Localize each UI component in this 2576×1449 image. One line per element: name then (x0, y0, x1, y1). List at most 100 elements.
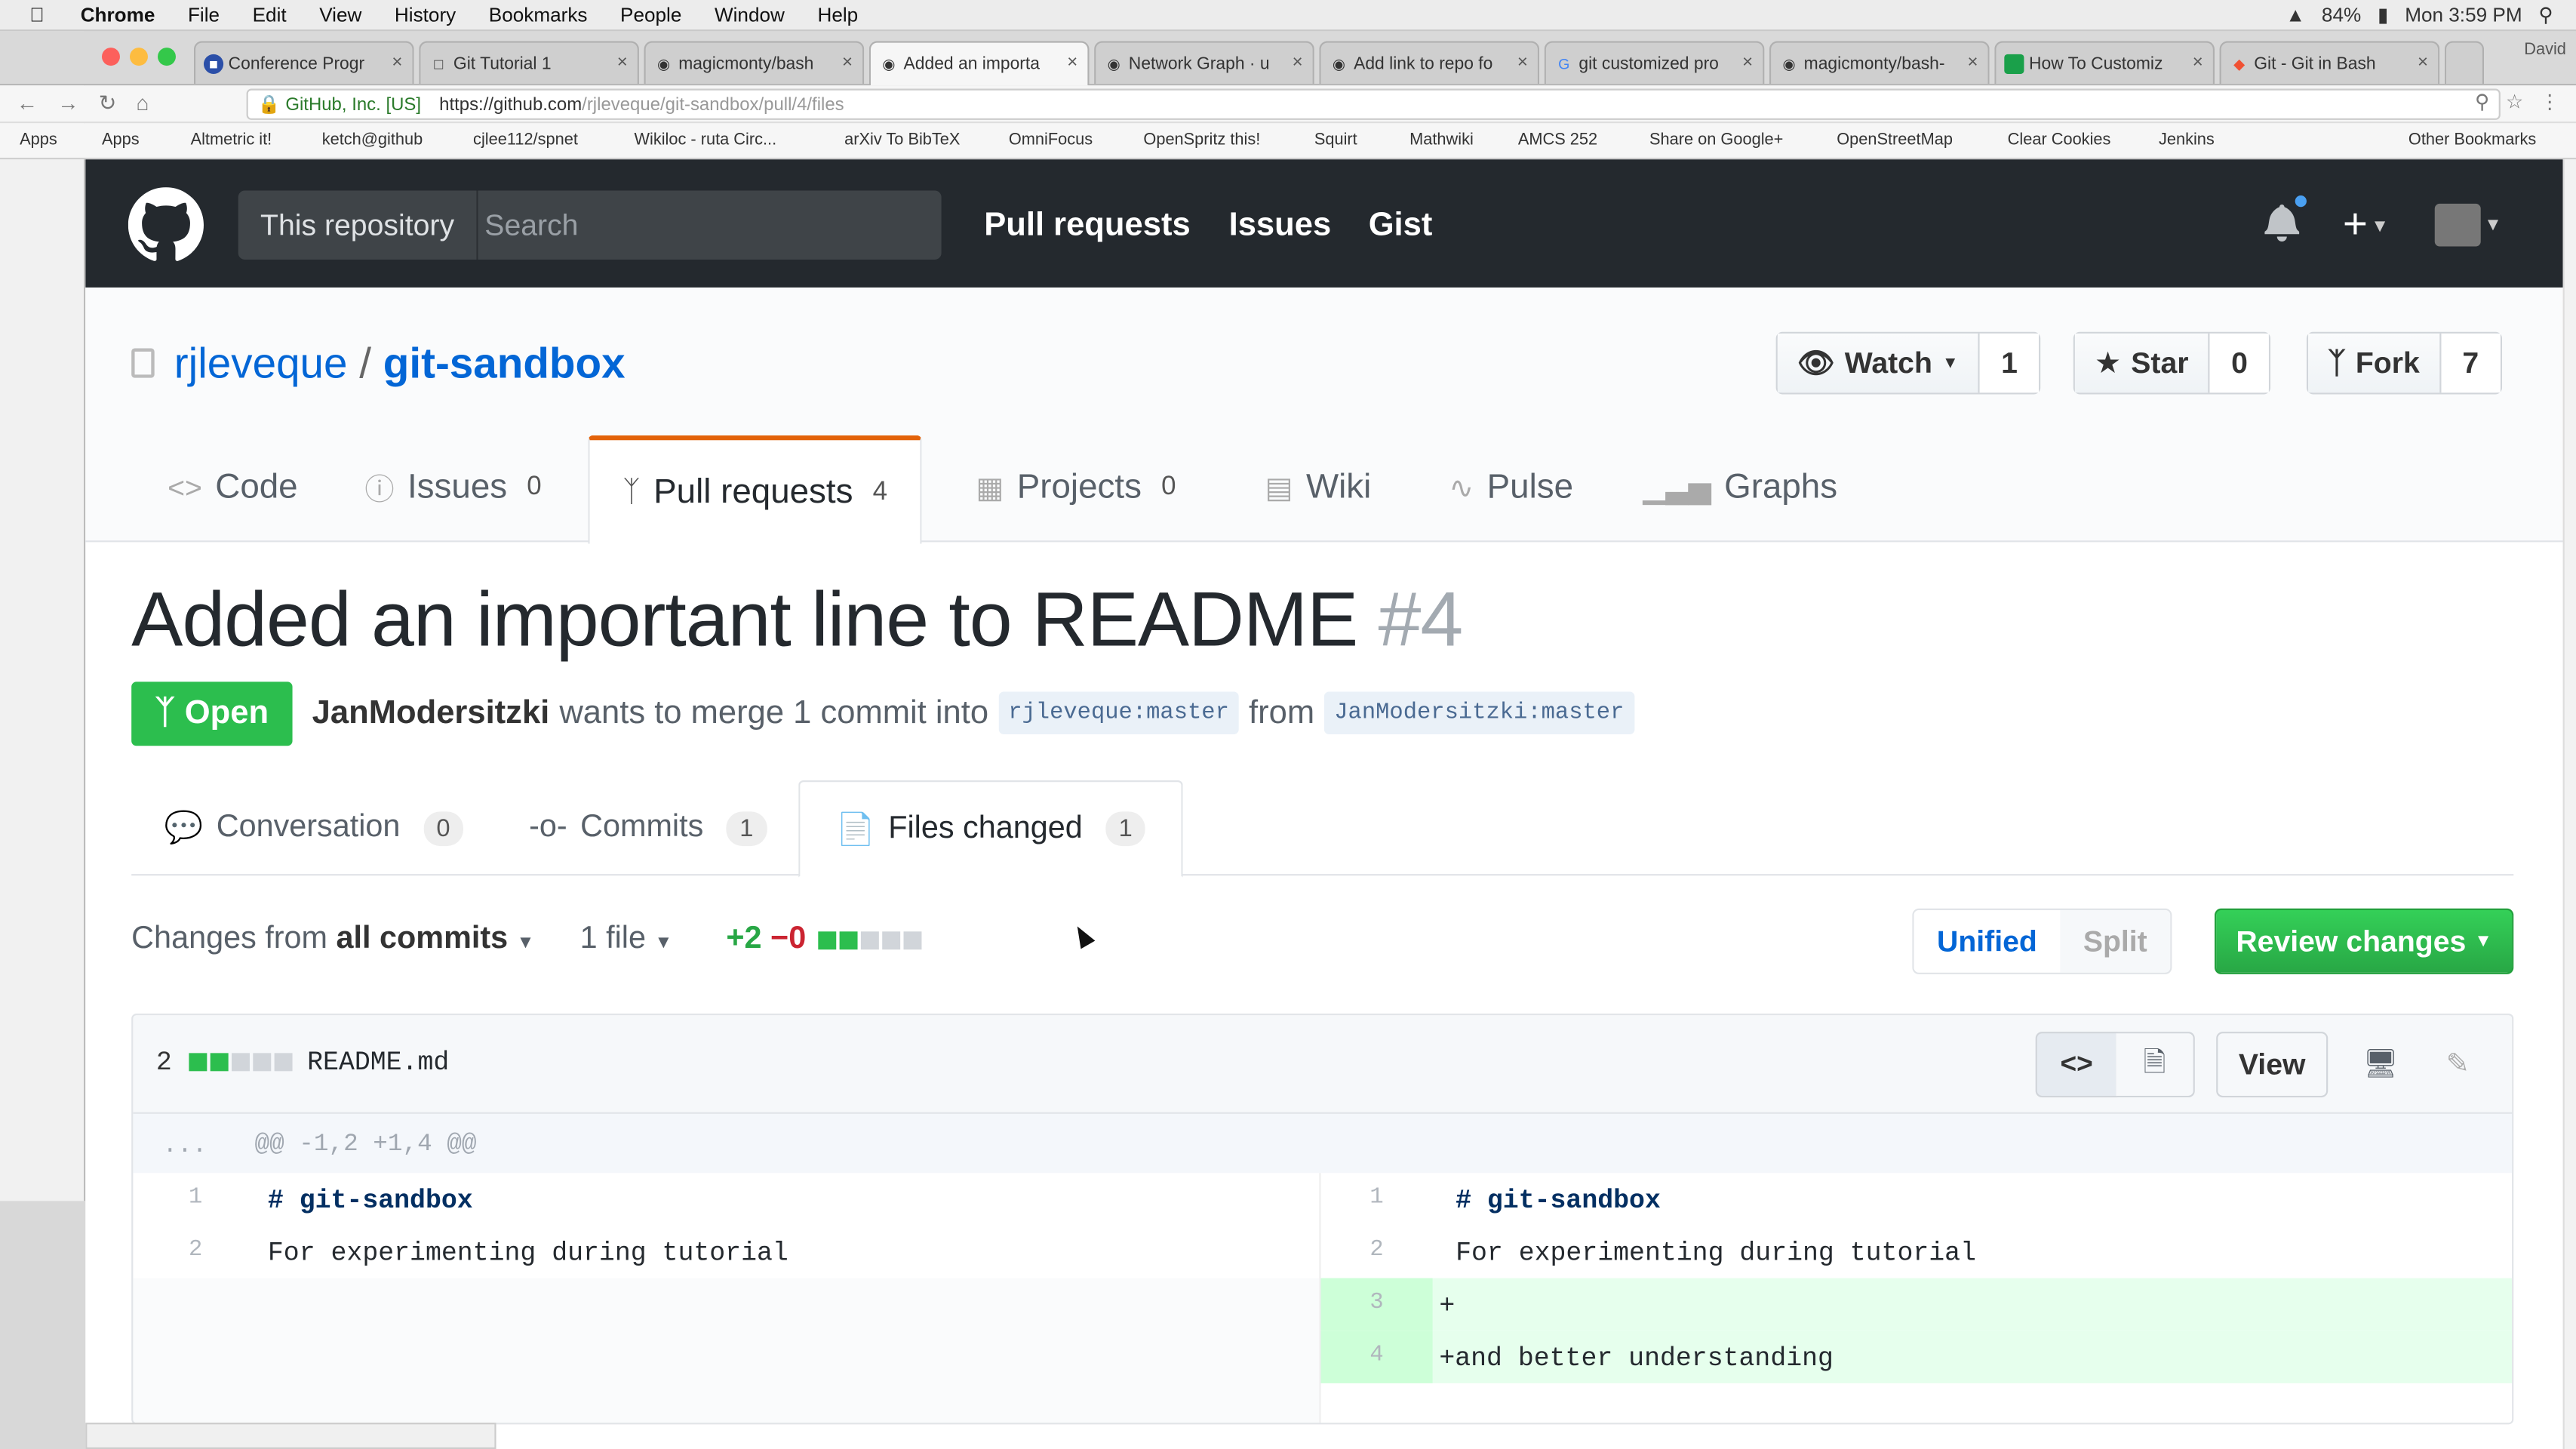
split-view-button[interactable]: Split (2060, 909, 2171, 973)
close-window-icon[interactable] (101, 48, 120, 66)
line-number[interactable]: 1 (146, 1185, 245, 1211)
browser-tab[interactable]: ◉ magicmonty/bash- × (1769, 41, 1990, 85)
tab-code[interactable]: <> Code (168, 435, 298, 540)
open-in-desktop-icon[interactable]: 🖥 (2351, 1032, 2410, 1097)
wifi-icon[interactable]: ▲ (2286, 3, 2305, 26)
close-tab-icon[interactable]: × (842, 53, 853, 72)
nav-issues[interactable]: Issues (1229, 207, 1332, 245)
chrome-menu-icon[interactable]: ⋮ (2540, 91, 2559, 113)
browser-tab[interactable]: ◆ Git - Git in Bash × (2219, 41, 2440, 85)
minimize-window-icon[interactable] (130, 48, 148, 66)
new-tab-button[interactable] (2444, 41, 2485, 85)
bookmark-item[interactable]: Apps (20, 131, 57, 149)
tab-conversation[interactable]: 💬 Conversation 0 (164, 780, 463, 875)
close-tab-icon[interactable]: × (1293, 53, 1303, 72)
tab-issues[interactable]: ⓘ Issues 0 (364, 435, 541, 540)
home-icon[interactable]: ⌂ (137, 91, 149, 117)
bookmark-item[interactable]: cjlee112/spnet (473, 131, 578, 149)
clock[interactable]: Mon 3:59 PM (2405, 3, 2522, 26)
base-branch-ref[interactable]: rjleveque:master (998, 691, 1239, 735)
bookmark-item[interactable]: Mathwiki (1409, 131, 1474, 149)
bookmark-item[interactable]: arXiv To BibTeX (844, 131, 960, 149)
zoom-icon[interactable]: ⚲ (2475, 91, 2489, 113)
expand-context-icon[interactable]: ... (163, 1132, 207, 1160)
search-input[interactable] (484, 190, 929, 260)
nav-gist[interactable]: Gist (1369, 207, 1433, 245)
bookmark-item[interactable]: Jenkins (2159, 131, 2215, 149)
edit-pencil-icon[interactable]: ✎ (2433, 1032, 2482, 1097)
line-number[interactable]: 3 (1320, 1278, 1433, 1331)
notifications-bell-icon[interactable] (2264, 192, 2310, 245)
menu-chrome[interactable]: Chrome (81, 3, 155, 26)
line-number[interactable]: 2 (146, 1237, 245, 1263)
close-tab-icon[interactable]: × (2418, 53, 2428, 72)
close-tab-icon[interactable]: × (1517, 53, 1528, 72)
create-new-dropdown[interactable]: + ▼ (2343, 198, 2389, 249)
browser-tab[interactable]: ◉ magicmonty/bash × (644, 41, 865, 85)
fork-button[interactable]: ᛉ Fork (2308, 333, 2442, 393)
head-branch-ref[interactable]: JanModersitzki:master (1324, 691, 1634, 735)
close-tab-icon[interactable]: × (2193, 53, 2203, 72)
tab-wiki[interactable]: ▤ Wiki (1265, 435, 1372, 540)
line-number[interactable]: 2 (1327, 1237, 1426, 1263)
star-button[interactable]: ★ Star (2074, 333, 2210, 393)
star-count[interactable]: 0 (2209, 333, 2270, 393)
forward-icon[interactable]: → (57, 91, 78, 117)
browser-tab[interactable]: ◉ Network Graph · u × (1094, 41, 1314, 85)
bookmark-item[interactable]: OpenSpritz this! (1143, 131, 1260, 149)
changes-from-dropdown[interactable]: Changes from all commits ▼ (131, 921, 534, 958)
browser-tab[interactable]: □ Git Tutorial 1 × (419, 41, 639, 85)
close-tab-icon[interactable]: × (1967, 53, 1978, 72)
github-octocat-logo-icon[interactable] (128, 187, 204, 263)
browser-tab-active[interactable]: ◉ Added an importa × (868, 41, 1090, 86)
reload-icon[interactable]: ↻ (99, 91, 117, 117)
menu-help[interactable]: Help (817, 3, 858, 26)
bookmark-item[interactable]: Share on Google+ (1649, 131, 1783, 149)
menu-bookmarks[interactable]: Bookmarks (489, 3, 588, 26)
menu-view[interactable]: View (319, 3, 361, 26)
page-scrollbar[interactable] (2562, 159, 2576, 1449)
bookmark-item[interactable]: Clear Cookies (2008, 131, 2111, 149)
browser-tab[interactable]: ◉ Add link to repo fo × (1319, 41, 1540, 85)
browser-tab[interactable]: How To Customiz × (1994, 41, 2215, 85)
file-name-link[interactable]: README.md (307, 1048, 449, 1078)
bookmark-item[interactable]: Squirt (1314, 131, 1357, 149)
bookmark-item[interactable]: Apps (102, 131, 140, 149)
battery-icon[interactable]: ▮ (2378, 3, 2388, 26)
rich-diff-button[interactable]: 🗎 (2116, 1032, 2195, 1098)
line-number[interactable]: 1 (1327, 1185, 1426, 1211)
zoom-window-icon[interactable] (158, 48, 176, 66)
menu-file[interactable]: File (188, 3, 220, 26)
source-diff-button[interactable]: <> (2035, 1032, 2118, 1098)
line-number[interactable]: 4 (1320, 1331, 1433, 1383)
bookmark-item[interactable]: Altmetric it! (191, 131, 272, 149)
browser-tab[interactable]: ■ Conference Progr × (193, 41, 414, 85)
address-bar[interactable]: 🔒 GitHub, Inc. [US] https://github.com/r… (246, 88, 2501, 120)
review-changes-button[interactable]: Review changes ▼ (2215, 908, 2514, 974)
unified-view-button[interactable]: Unified (1914, 909, 2061, 973)
watch-count[interactable]: 1 (1979, 333, 2040, 393)
menu-edit[interactable]: Edit (253, 3, 287, 26)
browser-tab[interactable]: Ggit customized pro × (1544, 41, 1765, 85)
bookmark-item[interactable]: ketch@github (322, 131, 423, 149)
tab-pull-requests[interactable]: ᛉ Pull requests 4 (588, 435, 922, 544)
bookmark-item[interactable]: OmniFocus (1009, 131, 1093, 149)
close-tab-icon[interactable]: × (1067, 53, 1077, 72)
menu-window[interactable]: Window (715, 3, 785, 26)
watch-button[interactable]: 👁 Watch ▼ (1777, 333, 1980, 393)
close-tab-icon[interactable]: × (1742, 53, 1753, 72)
nav-pull-requests[interactable]: Pull requests (984, 207, 1190, 245)
apple-menu-icon[interactable]:  (29, 3, 45, 26)
menu-people[interactable]: People (620, 3, 681, 26)
bookmark-star-icon[interactable]: ☆ (2506, 91, 2523, 113)
back-icon[interactable]: ← (17, 91, 38, 117)
fork-count[interactable]: 7 (2441, 333, 2501, 393)
spotlight-search-icon[interactable]: ⚲ (2538, 3, 2553, 26)
pr-author-link[interactable]: JanModersitzki (312, 694, 550, 732)
repo-owner-link[interactable]: rjleveque (174, 338, 348, 387)
files-dropdown[interactable]: 1 file ▼ (580, 921, 673, 958)
profile-name[interactable]: David (2524, 41, 2566, 59)
view-file-button[interactable]: View (2216, 1032, 2329, 1098)
tab-pulse[interactable]: ∿ Pulse (1449, 435, 1573, 540)
search-scope-label[interactable]: This repository (238, 190, 478, 260)
